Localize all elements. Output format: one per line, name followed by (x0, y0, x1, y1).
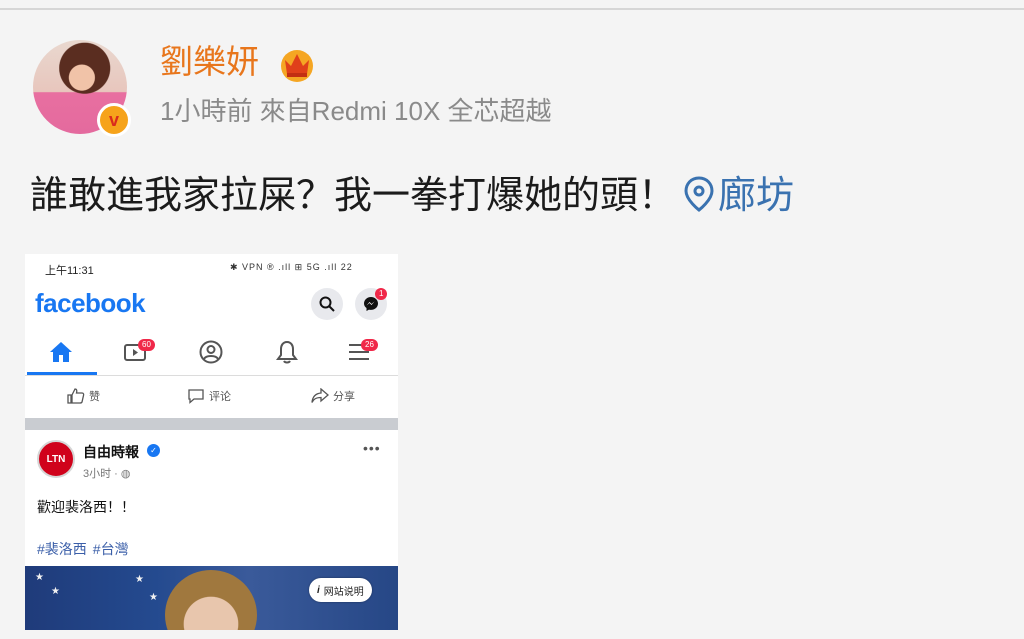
comment-action: 评论 (187, 388, 231, 404)
nav-divider (25, 375, 398, 376)
status-time: 上午11:31 (45, 265, 94, 277)
more-options-icon: ••• (363, 440, 381, 456)
flag-star: ★ (149, 592, 158, 603)
bell-icon (273, 338, 301, 366)
thumbs-up-icon (67, 388, 85, 404)
like-action: 赞 (67, 388, 100, 404)
flag-star: ★ (135, 574, 144, 585)
post-body: 誰敢進我家拉屎？我一拳打爆她的頭！ (30, 175, 677, 217)
flag-star: ★ (51, 586, 60, 597)
home-icon (47, 338, 75, 366)
verified-v-label: v (108, 109, 119, 130)
post-text: 誰敢進我家拉屎？我一拳打爆她的頭！ 廊坊 (30, 172, 794, 220)
comment-label: 评论 (209, 391, 231, 403)
menu-badge: 26 (361, 339, 378, 351)
globe-icon: ◍ (120, 468, 131, 480)
photo-subject (165, 570, 257, 630)
post-photo: ★ ★ ★ ★ i 网站说明 (25, 566, 398, 630)
hashtag: #台灣 (92, 541, 129, 557)
share-action: 分享 (311, 388, 355, 404)
page-avatar: LTN (37, 440, 75, 478)
comment-icon (188, 389, 204, 404)
share-label: 分享 (333, 391, 355, 403)
status-indicators: ✱ VPN ® .ıll ⊞ 5G .ıll 22 (230, 262, 353, 272)
location-pin-icon[interactable] (684, 176, 714, 212)
site-info-label: 网站说明 (323, 586, 364, 598)
verified-v-badge: v (97, 103, 131, 137)
like-label: 赞 (89, 391, 100, 403)
hashtag: #裴洛西 (37, 541, 87, 557)
username[interactable]: 劉樂妍 (160, 40, 259, 84)
flag-star: ★ (35, 572, 44, 583)
crown-icon[interactable] (277, 44, 317, 84)
page-post-text: 歡迎裴洛西！！ (37, 499, 135, 515)
embedded-screenshot[interactable]: 上午11:31 ✱ VPN ® .ıll ⊞ 5G .ıll 22 facebo… (25, 254, 398, 630)
page-post-time: 3小时 · ◍ (83, 465, 131, 481)
profile-icon (197, 338, 225, 366)
watch-badge: 60 (138, 339, 155, 351)
hashtags: #裴洛西 #台灣 (37, 539, 135, 559)
search-icon (311, 288, 343, 320)
page-post-time-text: 3小时 · (83, 468, 121, 480)
post-meta: 1小時前 來自Redmi 10X 全芯超越 (160, 96, 552, 126)
info-icon: i (317, 584, 320, 596)
page-name: 自由時報 (83, 444, 139, 460)
share-icon (311, 388, 329, 403)
top-divider (0, 8, 1024, 10)
location-link[interactable]: 廊坊 (718, 175, 794, 217)
facebook-logo: facebook (35, 288, 146, 318)
verified-check-icon: ✓ (147, 444, 160, 457)
feed-separator (25, 418, 398, 430)
site-info-button: i 网站说明 (309, 578, 372, 602)
